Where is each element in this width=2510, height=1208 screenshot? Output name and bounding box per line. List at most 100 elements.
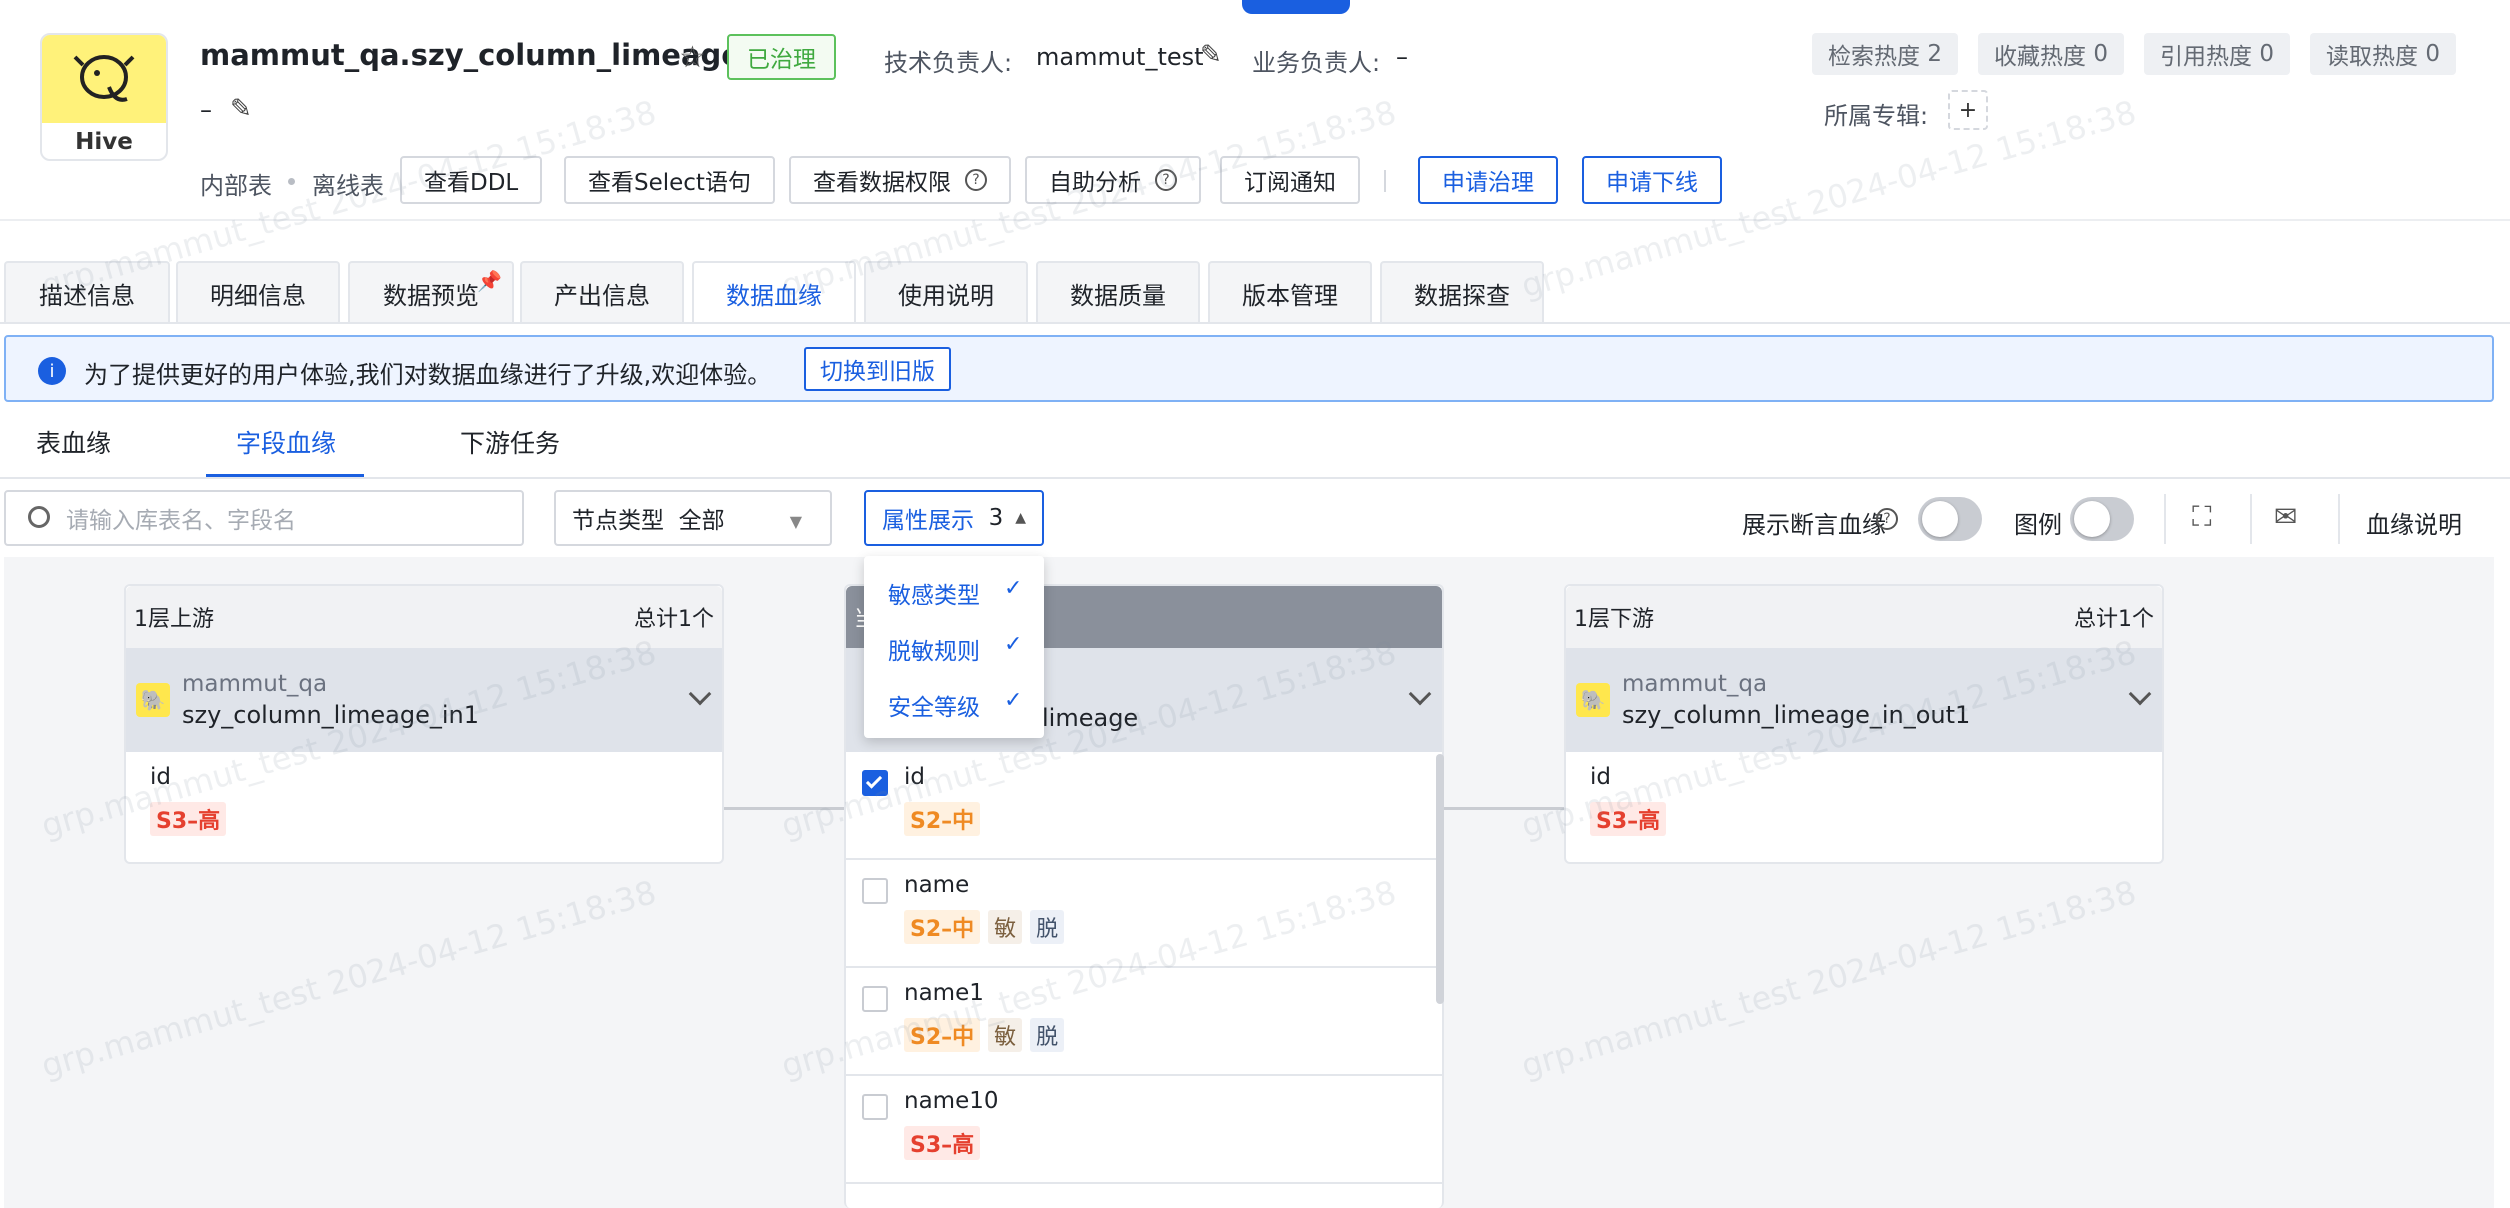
node-type-value: 全部: [678, 508, 725, 534]
assert-lineage-toggle[interactable]: [1918, 497, 1982, 541]
toolbar-divider: [2338, 494, 2340, 544]
chevron-down-icon[interactable]: [1408, 682, 1432, 706]
current-field[interactable]: name10 S3–高: [846, 1076, 1442, 1184]
mask-tag: 脱: [1030, 1018, 1065, 1052]
upstream-level: 1层上游: [134, 607, 214, 632]
downstream-level: 1层下游: [1574, 607, 1654, 632]
fullscreen-icon[interactable]: ⛶: [2192, 500, 2212, 534]
security-level-tag: S2–中: [904, 802, 981, 836]
page-root: Hive mammut_qa.szy_column_limeage ☆ 已治理 …: [0, 0, 2510, 1208]
upstream-total: 总计1个: [634, 607, 714, 632]
field-checkbox[interactable]: [862, 1094, 888, 1120]
legend-label: 图例: [2014, 511, 2062, 539]
node-type-select[interactable]: 节点类型 全部 ▼: [554, 490, 832, 546]
apply-govern-label: 申请治理: [1442, 170, 1534, 196]
field-name: name10: [904, 1088, 999, 1114]
tab-underline: [0, 322, 2510, 324]
field-name: id: [150, 764, 171, 790]
field-name: name: [904, 872, 970, 898]
security-level-tag: S3–高: [1590, 802, 1667, 836]
view-permission-label: 查看数据权限: [813, 170, 951, 196]
view-select-button[interactable]: 查看Select语句: [564, 156, 775, 204]
upstream-field[interactable]: id S3–高: [126, 752, 722, 860]
security-level-tag: S3–高: [904, 1126, 981, 1160]
table-mode: 离线表: [312, 172, 384, 200]
hive-icon: 🐘: [136, 683, 170, 717]
subscribe-button[interactable]: 订阅通知: [1220, 156, 1360, 204]
security-level-tag: S2–中: [904, 910, 981, 944]
tab-version[interactable]: 版本管理: [1208, 261, 1372, 323]
assert-help-icon[interactable]: ?: [1876, 508, 1898, 530]
subtab-line: [0, 477, 2510, 479]
field-checkbox[interactable]: [862, 770, 888, 796]
chevron-down-icon[interactable]: [688, 682, 712, 706]
tab-usage[interactable]: 使用说明: [864, 261, 1028, 323]
attr-display-select[interactable]: 属性展示 3 ▲: [864, 490, 1044, 546]
tab-preview[interactable]: 数据预览 📌: [348, 261, 514, 323]
attr-display-label: 属性展示: [882, 508, 974, 534]
scrollbar[interactable]: [1436, 754, 1444, 1004]
field-checkbox[interactable]: [862, 986, 888, 1012]
downstream-table[interactable]: 🐘 mammut_qa szy_column_limeage_in_out1: [1566, 648, 2162, 752]
header-divider: [0, 219, 2510, 221]
search-input[interactable]: 请输入库表名、字段名: [4, 490, 524, 546]
help-icon: ?: [1155, 169, 1177, 191]
tab-output[interactable]: 产出信息: [520, 261, 684, 323]
subtab-field-lineage[interactable]: 字段血缘: [236, 424, 336, 460]
tab-description[interactable]: 描述信息: [4, 261, 170, 323]
downstream-field[interactable]: id S3–高: [1566, 752, 2162, 860]
description-text: –: [200, 96, 212, 124]
apply-offline-button[interactable]: 申请下线: [1582, 156, 1722, 204]
current-field[interactable]: name S2–中敏脱: [846, 860, 1442, 968]
tab-detail[interactable]: 明细信息: [176, 261, 340, 323]
chevron-down-icon[interactable]: [2128, 682, 2152, 706]
upstream-node[interactable]: 1层上游 总计1个 🐘 mammut_qa szy_column_limeage_i…: [124, 584, 724, 864]
assert-lineage-label: 展示断言血缘: [1742, 511, 1886, 539]
edge-line: [722, 807, 846, 810]
view-ddl-button[interactable]: 查看DDL: [400, 156, 543, 204]
search-placeholder: 请输入库表名、字段名: [66, 508, 296, 534]
upstream-table[interactable]: 🐘 mammut_qa szy_column_limeage_in1: [126, 648, 722, 752]
self-analysis-button[interactable]: 自助分析?: [1025, 156, 1201, 204]
mask-tag: 脱: [1030, 910, 1065, 944]
current-field[interactable]: id S2–中: [846, 752, 1442, 860]
apply-offline-label: 申请下线: [1606, 170, 1698, 196]
current-table-name: limeage: [1042, 704, 1139, 732]
upstream-header: 1层上游 总计1个: [126, 586, 722, 648]
stat-read-heat: 读取热度 0: [2310, 33, 2456, 75]
subtab-table-lineage[interactable]: 表血缘: [36, 424, 111, 460]
upstream-db: mammut_qa: [182, 671, 328, 697]
stat-search-heat: 检索热度 2: [1812, 33, 1958, 75]
tab-lineage[interactable]: 数据血缘: [692, 261, 856, 323]
hive-logo: Hive: [40, 33, 168, 161]
edit-description-icon[interactable]: ✎: [230, 94, 252, 124]
field-checkbox[interactable]: [862, 878, 888, 904]
stat-reference-heat: 引用热度 0: [2144, 33, 2290, 75]
album-add-button[interactable]: +: [1948, 90, 1988, 130]
view-ddl-label: 查看DDL: [424, 170, 519, 196]
top-search-button[interactable]: [1242, 0, 1350, 14]
hive-icon: 🐘: [1576, 683, 1610, 717]
edit-owner-icon[interactable]: ✎: [1200, 40, 1222, 70]
lineage-help-button[interactable]: 血缘说明: [2366, 505, 2462, 540]
album-label: 所属专辑:: [1824, 102, 1929, 130]
dot-separator: [288, 178, 295, 185]
apply-govern-button[interactable]: 申请治理: [1418, 156, 1558, 204]
view-permission-button[interactable]: 查看数据权限?: [789, 156, 1011, 204]
switch-old-version-link[interactable]: 切换到旧版: [804, 347, 951, 391]
subtab-downstream-tasks[interactable]: 下游任务: [460, 424, 560, 460]
tab-quality[interactable]: 数据质量: [1036, 261, 1200, 323]
tech-owner: mammut_test: [1036, 43, 1204, 71]
subscribe-label: 订阅通知: [1244, 170, 1336, 196]
edge-line: [1436, 807, 1566, 810]
star-icon[interactable]: ☆: [679, 40, 706, 75]
mail-icon[interactable]: ✉: [2274, 500, 2297, 533]
current-field[interactable]: name1 S2–中敏脱: [846, 968, 1442, 1076]
biz-owner-label: 业务负责人:: [1252, 49, 1381, 77]
downstream-node[interactable]: 1层下游 总计1个 🐘 mammut_qa szy_column_limeage_i…: [1564, 584, 2164, 864]
info-icon: i: [38, 357, 66, 385]
legend-toggle[interactable]: [2070, 497, 2134, 541]
sensitive-tag: 敏: [988, 910, 1023, 944]
tab-explore[interactable]: 数据探查: [1380, 261, 1544, 323]
toolbar-divider: [2164, 494, 2166, 544]
